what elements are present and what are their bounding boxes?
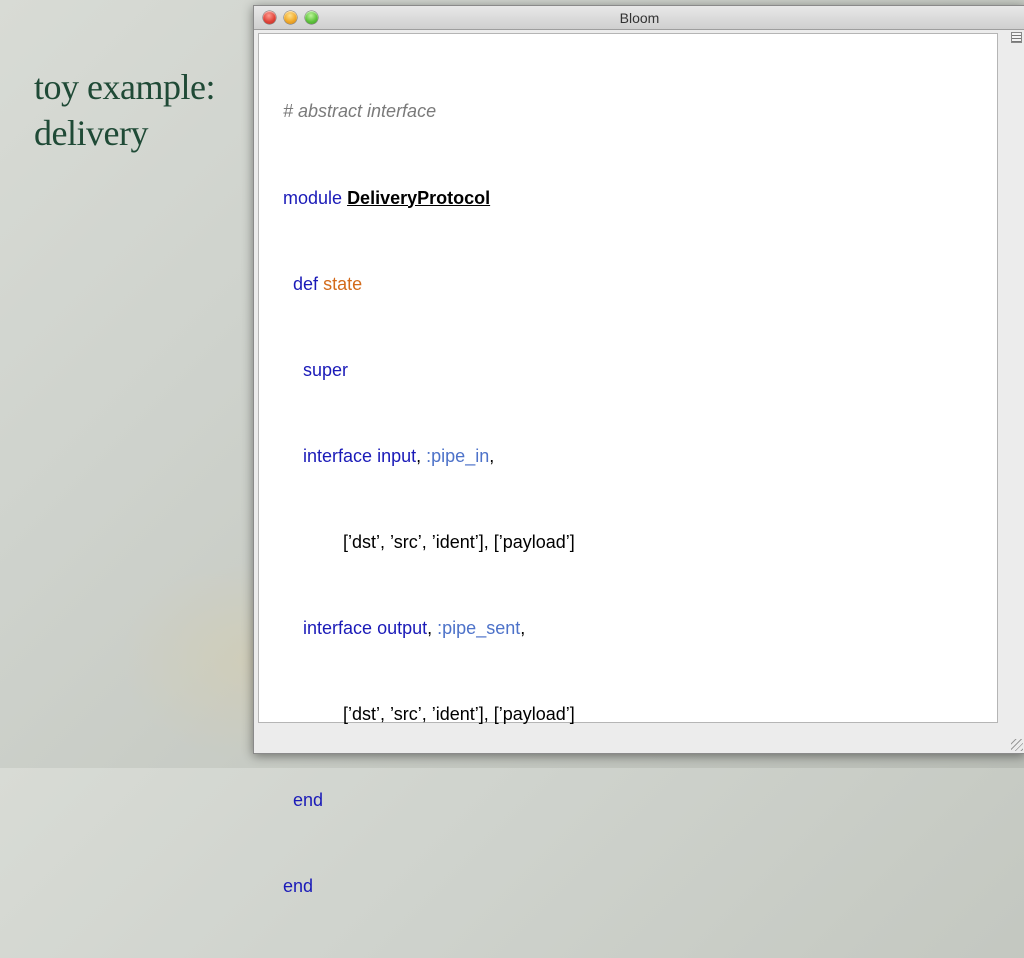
editor-window: Bloom # abstract interface module Delive… <box>253 5 1024 896</box>
comma: , <box>427 617 433 638</box>
end-keyword: end <box>293 790 324 811</box>
code-line: end <box>283 786 575 815</box>
vertical-scrollbar[interactable] <box>1007 30 1024 753</box>
code-line: interface output, :pipe_sent, <box>283 614 575 643</box>
comma: , <box>416 445 422 466</box>
def-keyword: def <box>293 273 319 294</box>
schema-output: [’dst’, ’src’, ’ident’], [’payload’] <box>343 704 575 725</box>
slide-title-line-2: delivery <box>34 113 148 153</box>
code-line: module DeliveryProtocol <box>283 184 575 213</box>
code-line: [’dst’, ’src’, ’ident’], [’payload’] <box>283 700 575 729</box>
code-line: [’dst’, ’src’, ’ident’], [’payload’] <box>283 528 575 557</box>
comma: , <box>520 617 526 638</box>
module-keyword: module <box>283 187 343 208</box>
method-name: state <box>323 273 363 294</box>
slide-title-line-1: toy example: <box>34 67 215 107</box>
scroll-split-icon[interactable] <box>1011 32 1022 43</box>
code-block: # abstract interface module DeliveryProt… <box>283 40 575 958</box>
code-line: end <box>283 872 575 901</box>
output-keyword: output <box>377 617 428 638</box>
window-title: Bloom <box>619 10 660 26</box>
code-line: # abstract interface <box>283 97 575 126</box>
interface-keyword: interface <box>303 617 373 638</box>
window-titlebar[interactable]: Bloom <box>254 6 1024 30</box>
end-keyword: end <box>283 876 314 897</box>
slide-title: toy example: delivery <box>34 64 249 156</box>
pipe-in-symbol: :pipe_in <box>426 445 490 466</box>
code-comment: # abstract interface <box>283 101 437 122</box>
code-line: def state <box>283 270 575 299</box>
resize-grip-icon[interactable] <box>1011 739 1023 751</box>
input-keyword: input <box>377 445 417 466</box>
super-keyword: super <box>303 359 349 380</box>
code-line: super <box>283 356 575 385</box>
module-name: DeliveryProtocol <box>347 187 491 208</box>
code-line: interface input, :pipe_in, <box>283 442 575 471</box>
pipe-sent-symbol: :pipe_sent <box>437 617 521 638</box>
interface-keyword: interface <box>303 445 373 466</box>
comma: , <box>489 445 495 466</box>
schema-input: [’dst’, ’src’, ’ident’], [’payload’] <box>343 531 575 552</box>
